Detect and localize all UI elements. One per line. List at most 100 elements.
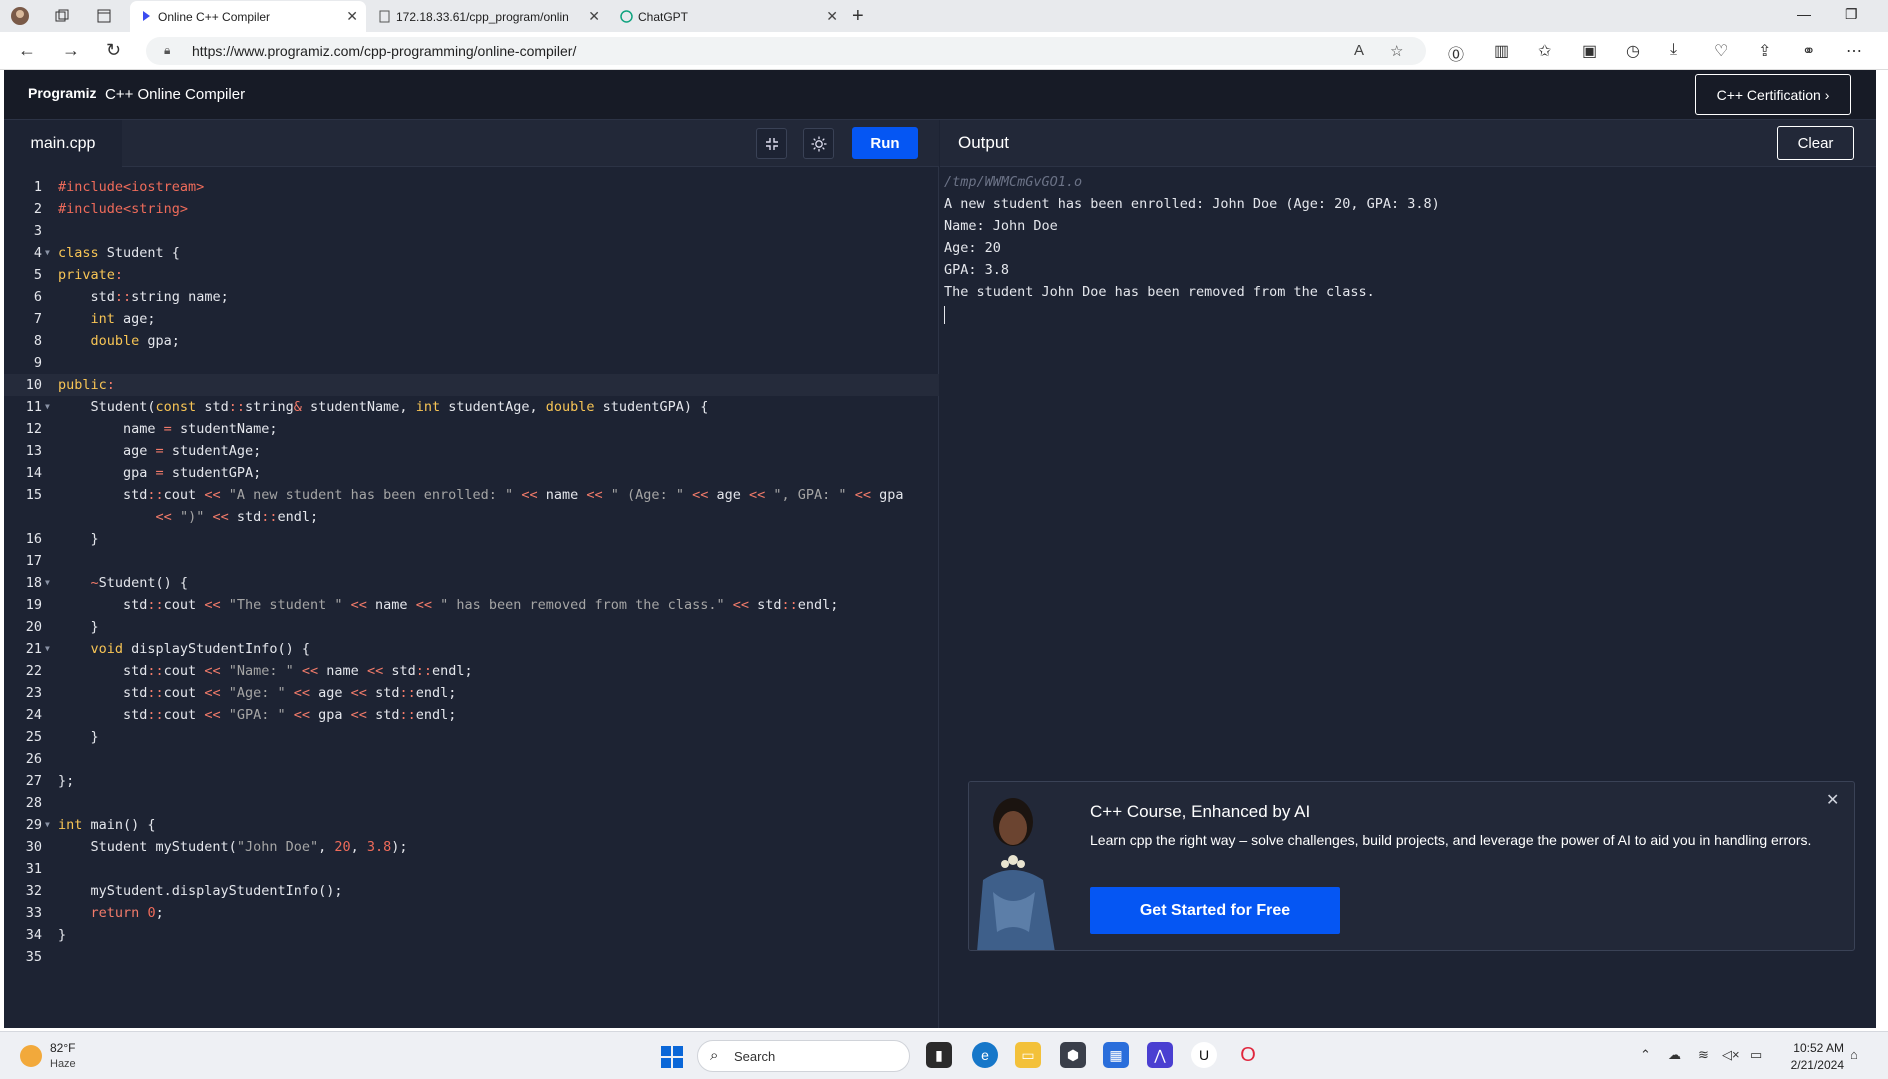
close-tab-icon[interactable]: ✕ [588, 8, 600, 25]
windows-start-icon[interactable] [661, 1046, 683, 1068]
code-line[interactable]: 22 std::cout << "Name: " << name << std:… [4, 660, 939, 682]
code-line[interactable]: 23 std::cout << "Age: " << age << std::e… [4, 682, 939, 704]
task-view-icon[interactable]: ▮ [926, 1042, 952, 1068]
code-line[interactable]: 14 gpa = studentGPA; [4, 462, 939, 484]
tab-chatgpt[interactable]: ChatGPT ✕ [610, 1, 846, 32]
fold-arrow-icon[interactable]: ▼ [45, 242, 50, 264]
code-line[interactable]: 24 std::cout << "GPA: " << gpa << std::e… [4, 704, 939, 726]
browser-essentials-icon[interactable]: ♡ [1714, 41, 1728, 61]
share-icon[interactable]: ⇪ [1758, 41, 1771, 61]
output-console[interactable]: /tmp/WWMCmGvGO1.o A new student has been… [944, 171, 1440, 324]
fold-arrow-icon[interactable]: ▼ [45, 396, 50, 418]
run-button[interactable]: Run [852, 127, 918, 159]
programiz-logo[interactable]: Programiz [28, 85, 96, 101]
url-field[interactable]: 🔒︎ https://www.programiz.com/cpp-program… [146, 37, 1426, 65]
profile-avatar-icon[interactable] [10, 6, 30, 26]
code-line[interactable]: 13 age = studentAge; [4, 440, 939, 462]
file-tab-main-cpp[interactable]: main.cpp [4, 120, 122, 167]
favorites-icon[interactable]: ✩ [1538, 41, 1551, 61]
code-line[interactable]: << ")" << std::endl; [4, 506, 939, 528]
code-line[interactable]: 16 } [4, 528, 939, 550]
code-line[interactable]: 30 Student myStudent("John Doe", 20, 3.8… [4, 836, 939, 858]
minimize-icon[interactable]: — [1797, 6, 1811, 22]
workspaces-icon[interactable] [52, 6, 72, 26]
code-line[interactable]: 9 [4, 352, 939, 374]
code-line[interactable]: 2 #include<string> [4, 198, 939, 220]
code-line[interactable]: 1 #include<iostream> [4, 176, 939, 198]
code-line[interactable]: 25 } [4, 726, 939, 748]
code-line[interactable]: 10 public: [4, 374, 939, 396]
new-tab-icon[interactable]: + [852, 5, 864, 28]
code-line[interactable]: 19 std::cout << "The student " << name <… [4, 594, 939, 616]
fold-arrow-icon[interactable]: ▼ [45, 572, 50, 594]
more-menu-icon[interactable]: ⋯ [1846, 41, 1862, 61]
collapse-icon[interactable] [756, 128, 787, 159]
collections-icon[interactable]: ▣ [1582, 41, 1597, 61]
code-line[interactable]: 7 int age; [4, 308, 939, 330]
extension-icon[interactable]: ⓪ [1448, 41, 1464, 65]
certification-button[interactable]: C++ Certification › [1695, 74, 1851, 115]
tab-cpp-program[interactable]: 172.18.33.61/cpp_program/onlin ✕ [368, 1, 608, 32]
copilot-icon[interactable]: ⚭ [1802, 41, 1815, 61]
code-line[interactable]: 4 ▼ class Student { [4, 242, 939, 264]
onedrive-icon[interactable]: ☁ [1668, 1047, 1681, 1063]
code-line[interactable]: 8 double gpa; [4, 330, 939, 352]
clock-time[interactable]: 10:52 AM [1784, 1041, 1844, 1055]
code-line[interactable]: 12 name = studentName; [4, 418, 939, 440]
code-line[interactable]: 18 ▼ ~Student() { [4, 572, 939, 594]
code-line[interactable]: 6 std::string name; [4, 286, 939, 308]
volume-muted-icon[interactable]: ◁× [1722, 1047, 1740, 1063]
opera-browser-icon[interactable]: O [1235, 1042, 1261, 1068]
code-line[interactable]: 31 [4, 858, 939, 880]
fold-arrow-icon[interactable]: ▼ [45, 638, 50, 660]
fold-arrow-icon[interactable]: ▼ [45, 814, 50, 836]
code-line[interactable]: 32 myStudent.displayStudentInfo(); [4, 880, 939, 902]
back-icon[interactable]: ← [18, 40, 36, 61]
close-icon[interactable]: ✕ [1826, 790, 1839, 810]
code-line[interactable]: 29 ▼ int main() { [4, 814, 939, 836]
code-line[interactable]: 33 return 0; [4, 902, 939, 924]
favorite-star-icon[interactable]: ☆ [1390, 42, 1403, 60]
code-line[interactable]: 11 ▼ Student(const std::string& studentNa… [4, 396, 939, 418]
code-line[interactable]: 17 [4, 550, 939, 572]
restore-icon[interactable]: ❐ [1845, 6, 1858, 23]
close-tab-icon[interactable]: ✕ [826, 8, 838, 25]
downloads-icon[interactable]: ⤓ [1670, 41, 1677, 59]
code-line[interactable]: 20 } [4, 616, 939, 638]
vscode-style-app-icon[interactable]: ⋀ [1147, 1042, 1173, 1068]
code-line[interactable]: 3 [4, 220, 939, 242]
code-line[interactable]: 21 ▼ void displayStudentInfo() { [4, 638, 939, 660]
split-screen-icon[interactable]: ▥ [1494, 41, 1509, 61]
code-line[interactable]: 34} [4, 924, 939, 946]
taskbar-search-input[interactable]: ⌕ Search [697, 1040, 910, 1072]
edge-browser-icon[interactable]: e [972, 1042, 998, 1068]
theme-toggle-icon[interactable] [803, 128, 834, 159]
refresh-icon[interactable]: ↻ [106, 40, 121, 61]
code-line[interactable]: 28 [4, 792, 939, 814]
history-icon[interactable]: ◷ [1626, 41, 1640, 61]
clear-button[interactable]: Clear [1777, 126, 1854, 160]
code-line[interactable]: 15 std::cout << "A new student has been … [4, 484, 939, 506]
weather-haze-icon[interactable] [20, 1045, 42, 1067]
udemy-app-icon[interactable]: U [1191, 1042, 1217, 1068]
clock-date[interactable]: 2/21/2024 [1780, 1058, 1844, 1072]
weather-temperature[interactable]: 82°F [50, 1041, 75, 1055]
tray-overflow-icon[interactable]: ⌃ [1640, 1047, 1651, 1063]
code-line[interactable]: 27}; [4, 770, 939, 792]
read-aloud-icon[interactable]: A [1354, 42, 1364, 59]
close-tab-icon[interactable]: ✕ [346, 8, 358, 25]
code-line[interactable]: 35 [4, 946, 939, 968]
app-cube-icon[interactable]: ⬢ [1060, 1042, 1086, 1068]
weather-condition[interactable]: Haze [50, 1058, 76, 1070]
tab-actions-icon[interactable] [94, 6, 114, 26]
code-line[interactable]: 5 private: [4, 264, 939, 286]
notification-icon[interactable]: ⌂ [1850, 1047, 1858, 1062]
code-line[interactable]: 26 [4, 748, 939, 770]
wifi-icon[interactable]: ≋ [1698, 1047, 1709, 1063]
file-explorer-icon[interactable]: ▭ [1015, 1042, 1041, 1068]
microsoft-store-icon[interactable]: ▦ [1103, 1042, 1129, 1068]
get-started-button[interactable]: Get Started for Free [1090, 887, 1340, 934]
battery-icon[interactable]: ▭ [1750, 1047, 1762, 1063]
tab-online-compiler[interactable]: Online C++ Compiler ✕ [130, 1, 366, 32]
forward-icon[interactable]: → [62, 40, 80, 61]
